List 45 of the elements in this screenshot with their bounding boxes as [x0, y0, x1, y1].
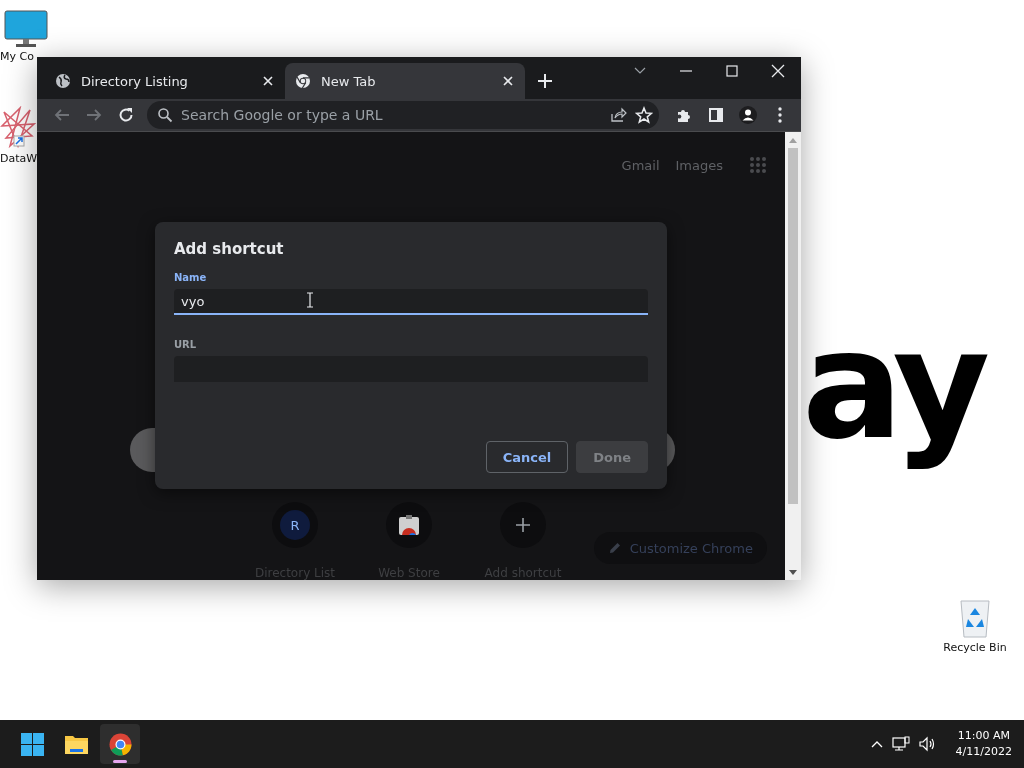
plus-icon[interactable] — [537, 73, 553, 90]
dialog-button[interactable]: Cancel — [485, 441, 569, 473]
desktop-icon-label[interactable]: DataW — [0, 152, 38, 165]
chrome-icon — [295, 73, 311, 90]
taskbar-button[interactable] — [100, 724, 140, 764]
field-label: URL — [174, 339, 198, 350]
shortcut-tile[interactable] — [386, 502, 432, 548]
windows-logo-icon — [19, 731, 45, 757]
close-icon[interactable] — [770, 63, 786, 79]
wallpaper-text: ay — [801, 297, 986, 474]
text-cursor-icon — [306, 292, 314, 308]
network-icon[interactable] — [891, 736, 910, 752]
recycle-bin-icon[interactable] — [958, 597, 992, 639]
star-icon[interactable] — [635, 106, 653, 125]
scrollbar-thumb[interactable] — [788, 148, 798, 504]
plus-icon — [515, 517, 531, 533]
desktop-icon-label[interactable]: Recycle Bin — [943, 641, 1007, 654]
volume-icon[interactable] — [917, 736, 936, 752]
share-icon[interactable] — [609, 106, 627, 125]
dialog-title: Add shortcut — [174, 240, 285, 258]
store-bag-icon — [398, 514, 420, 536]
chrome-icon — [107, 731, 133, 757]
input-field[interactable]: vyo — [174, 289, 648, 315]
globe-icon — [55, 73, 71, 90]
search-icon — [157, 107, 173, 124]
address-bar[interactable]: Search Google or type a URL — [147, 101, 659, 130]
address-placeholder: Search Google or type a URL — [181, 107, 384, 124]
shortcut-tile[interactable] — [500, 502, 546, 548]
profile-icon[interactable] — [739, 106, 757, 125]
monitor-icon[interactable] — [4, 10, 48, 48]
browser-tab[interactable]: Directory Listing — [45, 63, 285, 100]
pencil-icon — [607, 541, 622, 555]
star-shape-icon[interactable] — [0, 106, 36, 150]
running-indicator — [113, 760, 127, 763]
shortcut-tile[interactable]: R — [272, 502, 318, 548]
clock-date[interactable]: 4/11/2022 — [955, 744, 1012, 760]
reload-icon[interactable] — [117, 106, 135, 125]
side-panel-icon[interactable] — [707, 106, 725, 125]
browser-tab[interactable]: New Tab — [285, 63, 525, 100]
scroll-down-icon[interactable] — [789, 569, 797, 575]
field-label: Name — [174, 272, 208, 283]
desktop-icon-label[interactable]: My Co — [0, 50, 34, 63]
shortcut-letter-icon: R — [280, 510, 310, 540]
maximize-icon[interactable] — [724, 63, 740, 79]
clock-time[interactable]: 11:00 AM — [957, 728, 1010, 744]
